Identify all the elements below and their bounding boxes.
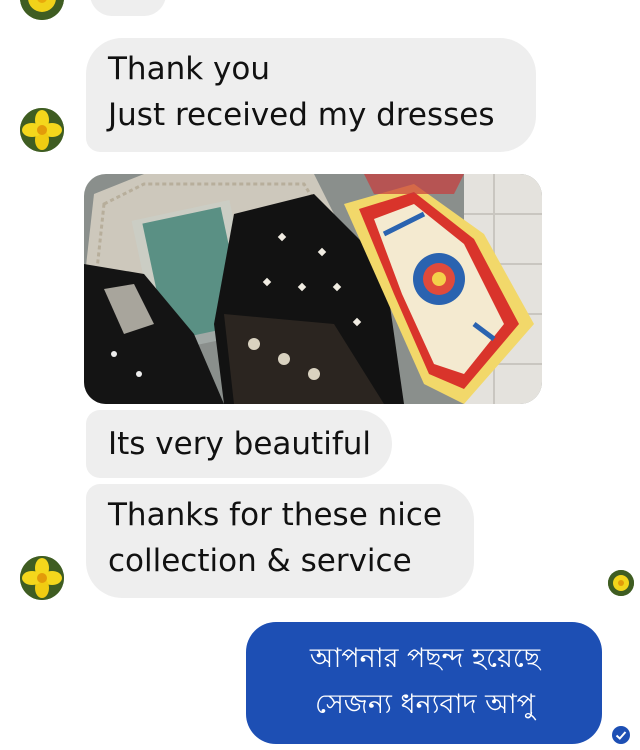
message-text-line: সেজন্য ধন্যবাদ আপু: [315, 689, 535, 720]
message-bubble[interactable]: Thanks for these nice collection & servi…: [86, 484, 474, 598]
message-text-line: Thank you: [108, 51, 270, 87]
yellow-flower-icon: [20, 0, 64, 20]
yellow-flower-icon: [20, 556, 64, 600]
contact-avatar[interactable]: [20, 108, 64, 152]
previous-message-bubble[interactable]: [90, 0, 166, 16]
check-circle-icon: [612, 726, 630, 744]
yellow-flower-icon: [20, 108, 64, 152]
message-text-line: Just received my dresses: [108, 97, 495, 133]
sent-message-bubble[interactable]: আপনার পছন্দ হয়েছে সেজন্য ধন্যবাদ আপু: [246, 622, 602, 744]
message-bubble[interactable]: Thank you Just received my dresses: [86, 38, 536, 152]
dresses-photo: [84, 174, 542, 404]
photo-message[interactable]: [84, 174, 542, 404]
message-text-line: Thanks for these nice: [108, 497, 442, 533]
contact-avatar-top[interactable]: [20, 0, 64, 20]
message-text-line: collection & service: [108, 543, 412, 579]
message-text-line: Its very beautiful: [108, 426, 372, 462]
contact-avatar[interactable]: [20, 556, 64, 600]
message-text-line: আপনার পছন্দ হয়েছে: [309, 643, 541, 674]
seen-indicator-avatar: [608, 570, 634, 596]
yellow-flower-icon: [608, 570, 634, 596]
message-bubble[interactable]: Its very beautiful: [86, 410, 392, 478]
